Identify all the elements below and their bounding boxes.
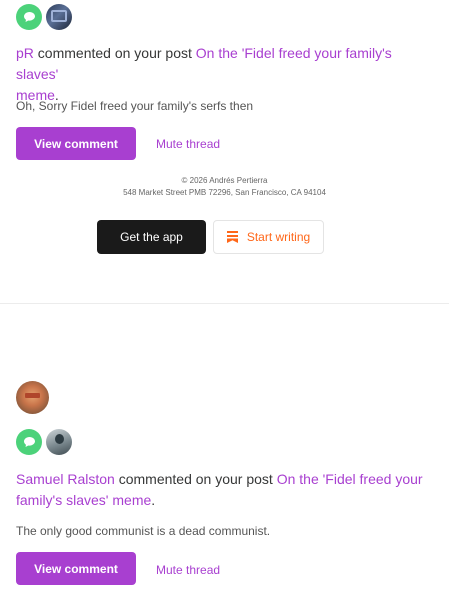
notification-2-text: Samuel Ralston commented on your post On… (16, 469, 426, 511)
comment-badge-icon (16, 429, 42, 455)
notification-1-text: pR commented on your post On the 'Fidel … (16, 43, 426, 106)
notification-1-avatars (16, 4, 72, 30)
view-comment-button[interactable]: View comment (16, 552, 136, 585)
notification-2-end-punct: . (151, 492, 156, 508)
footer-address: 548 Market Street PMB 72296, San Francis… (123, 188, 326, 197)
notification-2-comment: The only good communist is a dead commun… (16, 524, 271, 538)
footer-copyright: © 2026 Andrés Pertierra (181, 176, 268, 185)
get-the-app-label: Get the app (120, 230, 183, 244)
notification-2-avatars (16, 429, 72, 455)
get-the-app-button[interactable]: Get the app (97, 220, 206, 254)
bookmark-icon (226, 231, 238, 243)
notifications-page: pR commented on your post On the 'Fidel … (0, 0, 449, 597)
comment-badge-icon (16, 4, 42, 30)
notification-2-action: commented on your post (114, 471, 277, 487)
publication-avatar[interactable] (16, 381, 49, 414)
notification-1-action: commented on your post (33, 45, 196, 61)
section-divider (0, 303, 449, 304)
mute-thread-link[interactable]: Mute thread (156, 563, 220, 577)
user-avatar-pr[interactable] (46, 4, 72, 30)
user-avatar-samuel-ralston[interactable] (46, 429, 72, 455)
view-comment-button[interactable]: View comment (16, 127, 136, 160)
start-writing-label: Start writing (246, 230, 311, 244)
start-writing-button[interactable]: Start writing (213, 220, 324, 254)
mute-thread-link[interactable]: Mute thread (156, 137, 220, 151)
notification-1-comment: Oh, Sorry Fidel freed your family's serf… (16, 99, 254, 113)
notification-1-author-link[interactable]: pR (16, 45, 34, 61)
notification-2-author-link[interactable]: Samuel Ralston (16, 471, 115, 487)
